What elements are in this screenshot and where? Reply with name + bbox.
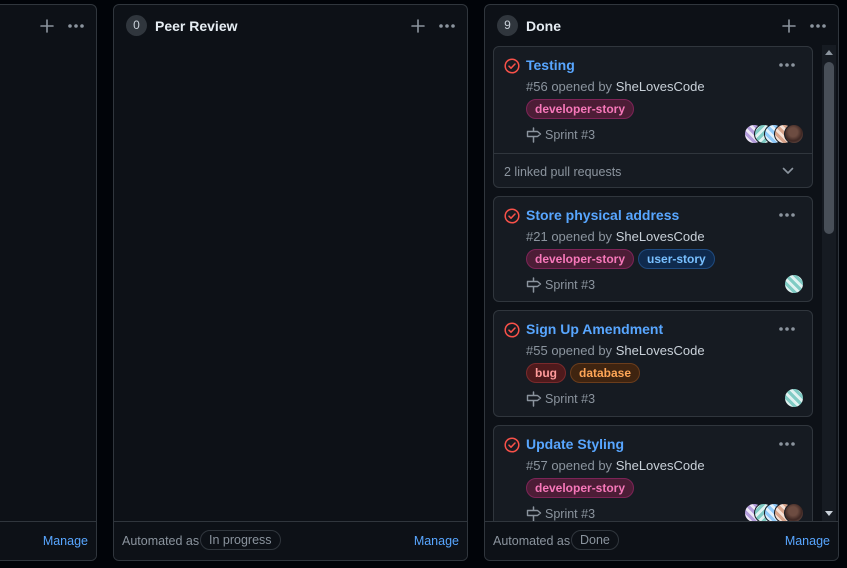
author-link[interactable]: SheLovesCode <box>616 79 705 94</box>
labels: developer-story <box>526 99 638 119</box>
card-meta: #55 opened by SheLovesCode <box>526 343 705 358</box>
label-user-story[interactable]: user-story <box>638 249 715 269</box>
milestone-icon <box>526 506 542 521</box>
milestone-icon <box>526 277 542 293</box>
author-link[interactable]: SheLovesCode <box>616 458 705 473</box>
column-partial: Manage <box>0 4 97 561</box>
author-link[interactable]: SheLovesCode <box>616 343 705 358</box>
assignee-avatars[interactable] <box>784 388 804 408</box>
kebab-horizontal-icon[interactable] <box>778 62 796 68</box>
kebab-horizontal-icon[interactable] <box>778 326 796 332</box>
issue-number: #21 <box>526 229 548 244</box>
issue-card[interactable]: Store physical address #21 opened by She… <box>493 196 813 302</box>
column-footer: Automated as Done Manage <box>485 521 838 560</box>
column-title: Done <box>526 18 561 34</box>
column-footer: Automated as In progress Manage <box>114 521 467 560</box>
milestone-icon <box>526 391 542 407</box>
count-badge: 0 <box>126 15 147 36</box>
issue-number: #55 <box>526 343 548 358</box>
opened-by-text: opened by <box>551 343 613 358</box>
scroll-up-arrow-icon[interactable] <box>825 49 833 55</box>
manage-link[interactable]: Manage <box>785 534 830 548</box>
issue-closed-icon <box>504 437 520 453</box>
label-database[interactable]: database <box>570 363 641 383</box>
assignee-avatars[interactable] <box>744 503 804 521</box>
kebab-horizontal-icon[interactable] <box>778 212 796 218</box>
opened-by-text: opened by <box>551 458 613 473</box>
issue-closed-icon <box>504 58 520 74</box>
column-done: 9 Done Testing #56 opened by SheLovesCod… <box>484 4 839 561</box>
avatar[interactable] <box>784 124 804 144</box>
count-badge: 9 <box>497 15 518 36</box>
card-title[interactable]: Testing <box>526 57 575 73</box>
label-developer-story[interactable]: developer-story <box>526 99 635 119</box>
labels: developer-story user-story <box>526 249 719 269</box>
issue-card[interactable]: Sign Up Amendment #55 opened by SheLoves… <box>493 310 813 417</box>
column-peer-review: 0 Peer Review Automated as In progress M… <box>113 4 468 561</box>
column-header: 0 Peer Review <box>114 5 467 45</box>
plus-icon[interactable] <box>782 19 796 33</box>
milestone-name: Sprint #3 <box>545 507 596 521</box>
linked-pr-text: 2 linked pull requests <box>504 165 622 179</box>
column-header: 9 Done <box>485 5 838 45</box>
plus-icon[interactable] <box>40 19 54 33</box>
plus-icon[interactable] <box>411 19 425 33</box>
scroll-down-arrow-icon[interactable] <box>825 511 833 517</box>
avatar[interactable] <box>784 388 804 408</box>
kebab-horizontal-icon[interactable] <box>778 441 796 447</box>
avatar[interactable] <box>784 503 804 521</box>
issue-closed-icon <box>504 322 520 338</box>
kebab-horizontal-icon[interactable] <box>809 23 827 29</box>
linked-pull-requests[interactable]: 2 linked pull requests <box>494 153 812 188</box>
milestone-name: Sprint #3 <box>545 392 596 406</box>
chevron-down-icon <box>782 167 794 174</box>
label-developer-story[interactable]: developer-story <box>526 478 635 498</box>
kebab-horizontal-icon[interactable] <box>438 23 456 29</box>
issue-closed-icon <box>504 208 520 224</box>
automated-as-text: Automated as <box>493 534 571 548</box>
card-title[interactable]: Store physical address <box>526 207 679 223</box>
automated-as-text: Automated as <box>122 534 200 548</box>
card-title[interactable]: Update Styling <box>526 436 624 452</box>
milestone-icon <box>526 127 542 143</box>
kebab-horizontal-icon[interactable] <box>67 23 85 29</box>
cards-list: Testing #56 opened by SheLovesCode devel… <box>493 45 820 521</box>
labels: bug database <box>526 363 644 383</box>
issue-number: #56 <box>526 79 548 94</box>
card-title[interactable]: Sign Up Amendment <box>526 321 663 337</box>
issue-number: #57 <box>526 458 548 473</box>
avatar[interactable] <box>784 274 804 294</box>
assignee-avatars[interactable] <box>744 124 804 144</box>
card-meta: #57 opened by SheLovesCode <box>526 458 705 473</box>
author-link[interactable]: SheLovesCode <box>616 229 705 244</box>
manage-link[interactable]: Manage <box>43 534 88 548</box>
automation-state-pill: In progress <box>200 530 281 550</box>
label-developer-story[interactable]: developer-story <box>526 249 635 269</box>
opened-by-text: opened by <box>551 229 613 244</box>
card-meta: #21 opened by SheLovesCode <box>526 229 705 244</box>
scrollbar[interactable] <box>822 45 836 521</box>
labels: developer-story <box>526 478 638 498</box>
issue-card[interactable]: Testing #56 opened by SheLovesCode devel… <box>493 46 813 188</box>
assignee-avatars[interactable] <box>784 274 804 294</box>
milestone-name: Sprint #3 <box>545 278 596 292</box>
label-bug[interactable]: bug <box>526 363 566 383</box>
scrollbar-thumb[interactable] <box>824 62 834 234</box>
manage-link[interactable]: Manage <box>414 534 459 548</box>
issue-card[interactable]: Update Styling #57 opened by SheLovesCod… <box>493 425 813 521</box>
automation-state-pill: Done <box>571 530 619 550</box>
column-title: Peer Review <box>155 18 238 34</box>
opened-by-text: opened by <box>551 79 613 94</box>
column-footer: Manage <box>0 521 96 560</box>
card-meta: #56 opened by SheLovesCode <box>526 79 705 94</box>
milestone-name: Sprint #3 <box>545 128 596 142</box>
